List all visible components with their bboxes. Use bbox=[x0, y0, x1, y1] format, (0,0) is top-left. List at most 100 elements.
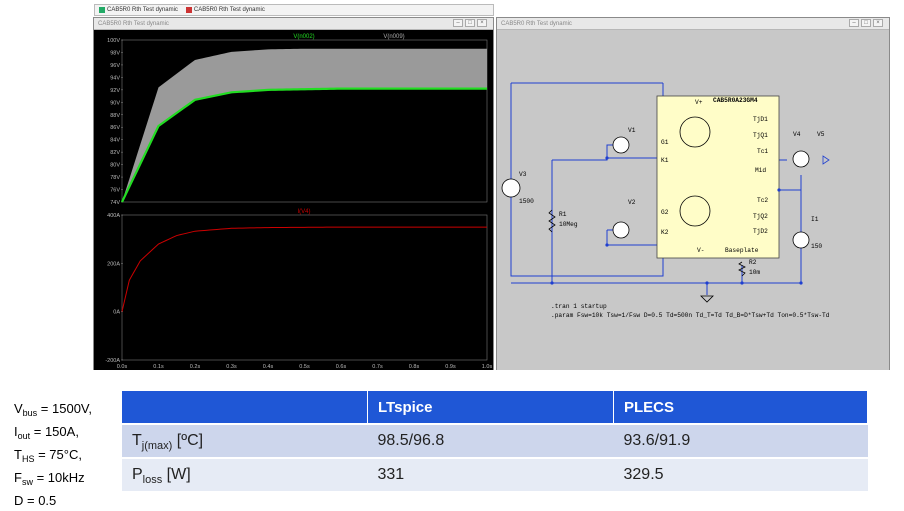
x-tick-label: 0.9s bbox=[445, 364, 456, 370]
pin-g2: G2 bbox=[661, 209, 669, 216]
results-table: LTspice PLECS Tj(max) [ºC] 98.5/96.8 93.… bbox=[122, 391, 868, 491]
y-tick-label: 78V bbox=[110, 175, 120, 181]
ploss-plecs: 329.5 bbox=[613, 457, 868, 491]
simulation-parameters: Vbus = 1500V, Iout = 150A, THS = 75°C, F… bbox=[14, 398, 92, 511]
y-tick-label: 96V bbox=[110, 63, 120, 69]
trace-label-vn009: V(n009) bbox=[383, 34, 404, 40]
minimize-button[interactable]: – bbox=[849, 19, 859, 27]
v3-label: V3 bbox=[519, 171, 527, 178]
param-iout: Iout = 150A, bbox=[14, 424, 79, 441]
param-vbus: Vbus = 1500V, bbox=[14, 401, 93, 418]
param-d: D = 0.5 bbox=[14, 493, 57, 508]
y-tick-label: 74V bbox=[110, 200, 120, 206]
r1-value: 10Meg bbox=[559, 221, 578, 228]
close-button[interactable]: × bbox=[477, 19, 487, 27]
i1-label: I1 bbox=[811, 216, 819, 223]
maximize-button[interactable]: □ bbox=[465, 19, 475, 27]
tj-plecs: 93.6/91.9 bbox=[613, 423, 868, 458]
waveform-titlebar: CAB5R0 Rth Test dynamic – □ × bbox=[94, 18, 493, 30]
y-tick-label: 400A bbox=[107, 213, 120, 219]
row-label-tj: Tj(max) [ºC] bbox=[122, 423, 368, 458]
spice-directive-tran: .tran 1 startup bbox=[551, 303, 607, 310]
trace-iv4 bbox=[121, 226, 487, 312]
tj-ltspice: 98.5/96.8 bbox=[367, 423, 614, 458]
results-header-row: LTspice PLECS bbox=[122, 391, 868, 424]
y-tick-label: 82V bbox=[110, 150, 120, 156]
pin-vminus: V- bbox=[697, 247, 705, 254]
pin-tc1: Tc1 bbox=[757, 148, 769, 155]
schematic-window: CAB5R0 Rth Test dynamic – □ × CAB5R0A23G… bbox=[496, 17, 890, 370]
trace-label-iv4: I(V4) bbox=[297, 209, 310, 215]
table-row: Tj(max) [ºC] 98.5/96.8 93.6/91.9 bbox=[122, 423, 868, 458]
waveform-plot[interactable]: 100V 98V 96V 94V 92V 90V 88V 86V 84V 82V 80V 78V 76V… bbox=[94, 30, 493, 370]
header-plecs: PLECS bbox=[613, 391, 868, 424]
schematic-icon bbox=[185, 7, 192, 13]
y-tick-label: 84V bbox=[110, 138, 120, 144]
x-tick-label: 0.2s bbox=[190, 364, 201, 370]
pin-k2: K2 bbox=[661, 229, 669, 236]
x-tick-label: 0.1s bbox=[153, 364, 164, 370]
pin-tjd1: TjD1 bbox=[753, 116, 768, 123]
close-button[interactable]: × bbox=[873, 19, 883, 27]
pin-vplus: V+ bbox=[695, 99, 703, 106]
param-fsw: Fsw = 10kHz bbox=[14, 470, 85, 487]
waveform-window: CAB5R0 Rth Test dynamic – □ × 100V 98V 96V… bbox=[93, 17, 494, 370]
i1-value: 150 bbox=[811, 243, 823, 250]
module-name: CAB5R0A23GM4 bbox=[713, 97, 758, 104]
x-tick-label: 1.0s bbox=[482, 364, 493, 370]
pin-g1: G1 bbox=[661, 139, 669, 146]
x-tick-label: 0.3s bbox=[226, 364, 237, 370]
ltspice-icon bbox=[99, 7, 105, 13]
r1-label: R1 bbox=[559, 211, 567, 218]
v1-label: V1 bbox=[628, 127, 636, 134]
minimize-button[interactable]: – bbox=[453, 19, 463, 27]
pin-mid: Mid bbox=[755, 167, 767, 174]
schematic-title: CAB5R0 Rth Test dynamic bbox=[501, 20, 572, 27]
pin-tc2: Tc2 bbox=[757, 197, 769, 204]
schematic-canvas[interactable] bbox=[497, 30, 889, 370]
y-tick-label: 100V bbox=[107, 38, 120, 44]
plot-frame bbox=[121, 214, 488, 361]
trace-label-vn002: V(n002) bbox=[293, 34, 314, 40]
document-tab-bar: CAB5R0 Rth Test dynamic CAB5R0 Rth Test … bbox=[94, 4, 494, 16]
y-tick-label: 94V bbox=[110, 75, 120, 81]
pin-k1: K1 bbox=[661, 157, 669, 164]
pin-tjd2: TjD2 bbox=[753, 228, 768, 235]
x-tick-label: 0.4s bbox=[263, 364, 274, 370]
param-ths: THS = 75°C, bbox=[14, 447, 82, 464]
spice-directive-param: .param Fsw=10k Tsw=1/Fsw D=0.5 Td=500n T… bbox=[551, 312, 830, 319]
maximize-button[interactable]: □ bbox=[861, 19, 871, 27]
y-tick-label: 80V bbox=[110, 163, 120, 169]
y-tick-label: 0A bbox=[113, 310, 120, 316]
row-label-ploss: Ploss [W] bbox=[122, 457, 368, 491]
pin-tjq2: TjQ2 bbox=[753, 213, 768, 220]
tab-schematic[interactable]: CAB5R0 Rth Test dynamic bbox=[185, 7, 265, 13]
v4-label: V4 bbox=[793, 131, 801, 138]
tab-waveform[interactable]: CAB5R0 Rth Test dynamic bbox=[99, 7, 178, 13]
x-tick-label: 0.6s bbox=[336, 364, 347, 370]
y-tick-label: 92V bbox=[110, 88, 120, 94]
r2-label: R2 bbox=[749, 259, 757, 266]
x-tick-label: 0.0s bbox=[117, 364, 128, 370]
v2-label: V2 bbox=[628, 199, 636, 206]
y-tick-label: 88V bbox=[110, 113, 120, 119]
waveform-title: CAB5R0 Rth Test dynamic bbox=[98, 20, 169, 27]
trace-vn009-band bbox=[122, 48, 487, 202]
x-tick-label: 0.5s bbox=[299, 364, 310, 370]
y-tick-label: 98V bbox=[110, 50, 120, 56]
x-tick-label: 0.8s bbox=[409, 364, 420, 370]
table-row: Ploss [W] 331 329.5 bbox=[122, 457, 868, 491]
ploss-ltspice: 331 bbox=[367, 457, 614, 491]
x-tick-label: 0.7s bbox=[372, 364, 383, 370]
v3-value: 1500 bbox=[519, 198, 534, 205]
y-tick-label: 200A bbox=[107, 261, 120, 267]
header-ltspice: LTspice bbox=[367, 391, 614, 424]
y-tick-label: 76V bbox=[110, 188, 120, 194]
schematic-titlebar: CAB5R0 Rth Test dynamic – □ × bbox=[497, 18, 889, 30]
pin-tjq1: TjQ1 bbox=[753, 132, 768, 139]
v5-label: V5 bbox=[817, 131, 825, 138]
y-tick-label: 86V bbox=[110, 125, 120, 131]
r2-value: 10m bbox=[749, 269, 761, 276]
y-tick-label: 90V bbox=[110, 100, 120, 106]
header-blank bbox=[122, 391, 368, 424]
